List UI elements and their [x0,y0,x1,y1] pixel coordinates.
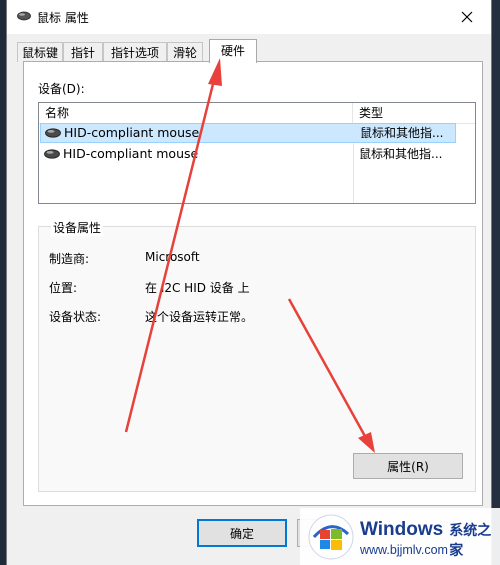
device-list[interactable]: 名称 类型 HID-compliant mouse 鼠标和其他指... HID-… [38,102,476,204]
device-row[interactable]: HID-compliant mouse 鼠标和其他指... [40,144,456,164]
desktop-background-right [492,0,500,565]
device-type: 鼠标和其他指... [360,126,444,140]
title-bar: 鼠标 属性 [7,0,491,34]
properties-button[interactable]: 属性(R) [353,453,463,479]
tab-buttons[interactable]: 鼠标键 [17,42,63,62]
mouse-icon [17,11,31,21]
windows-logo-icon [308,514,354,560]
device-properties-group: 设备属性 制造商: Microsoft 位置: 在 I2C HID 设备 上 设… [38,219,476,492]
close-button[interactable] [447,2,487,32]
status-value: 这个设备运转正常。 [145,310,254,324]
tab-hardware[interactable]: 硬件 [209,39,257,63]
location-label: 位置: [49,281,78,295]
tab-wheel[interactable]: 滑轮 [167,42,203,62]
tab-pointers[interactable]: 指针 [63,42,103,62]
mouse-properties-dialog: 鼠标 属性 鼠标键 指针 指针选项 滑轮 硬件 设备(D): 名称 类型 HID… [6,0,492,565]
column-header-type[interactable]: 类型 [353,103,463,123]
ok-button[interactable]: 确定 [197,519,287,547]
manufacturer-value: Microsoft [145,250,200,264]
devices-label: 设备(D): [38,82,85,96]
mouse-icon [45,128,61,138]
status-label: 设备状态: [49,310,102,324]
watermark: Windows 系统之家 www.bjjmlv.com [300,508,500,565]
group-title: 设备属性 [51,219,104,236]
window-title: 鼠标 属性 [37,11,89,25]
watermark-url: www.bjjmlv.com [360,543,448,557]
watermark-brand: Windows [360,519,444,540]
close-icon [461,11,473,23]
device-type: 鼠标和其他指... [359,147,443,161]
device-list-header: 名称 类型 [39,103,475,124]
mouse-icon [44,149,60,159]
device-row[interactable]: HID-compliant mouse 鼠标和其他指... [40,123,456,143]
device-name: HID-compliant mouse [64,125,200,140]
tab-pointer-options[interactable]: 指针选项 [103,42,167,62]
location-value: 在 I2C HID 设备 上 [145,281,250,295]
device-name: HID-compliant mouse [63,146,199,161]
hardware-panel: 设备(D): 名称 类型 HID-compliant mouse 鼠标和其他指.… [23,61,483,506]
column-header-name[interactable]: 名称 [39,103,353,123]
watermark-brand-cn: 系统之家 [449,523,492,559]
manufacturer-label: 制造商: [49,252,90,266]
